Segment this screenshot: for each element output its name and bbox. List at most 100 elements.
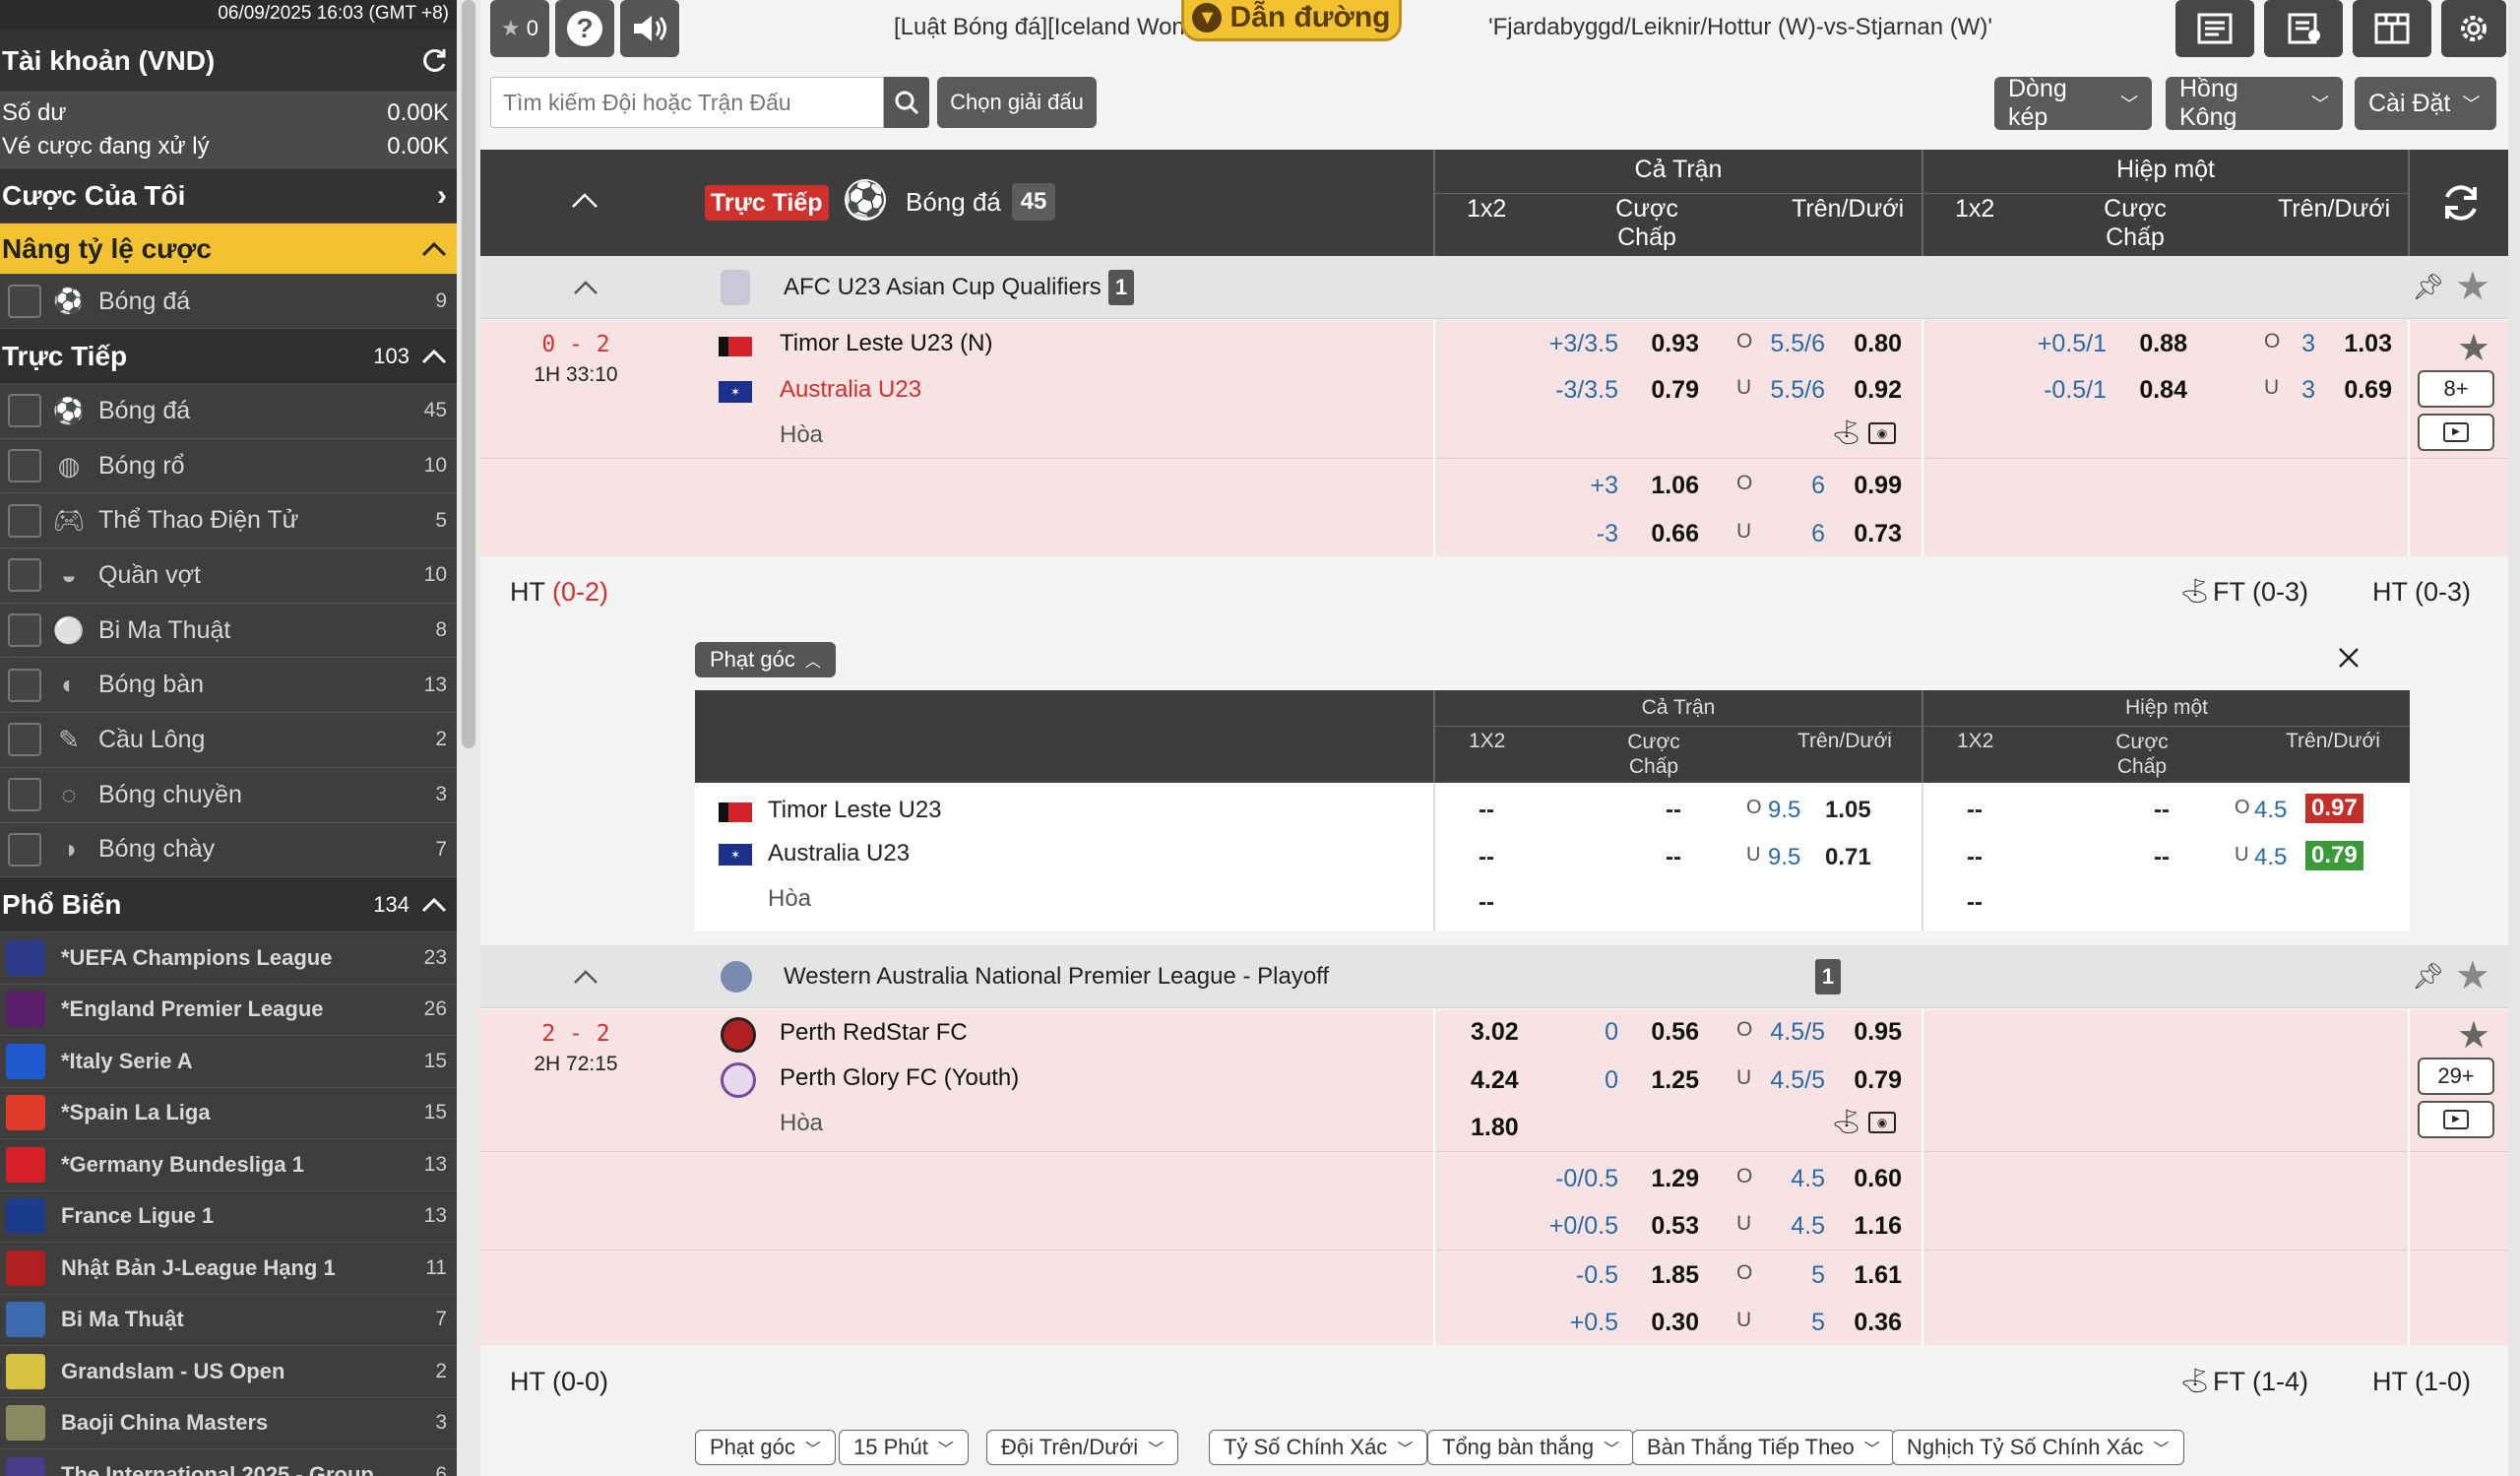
popular-header[interactable]: Phổ Biến 134 <box>0 877 457 933</box>
star-icon[interactable]: ★ <box>2457 1013 2490 1058</box>
more-markets-button[interactable]: 29+ <box>2418 1058 2494 1095</box>
live-sport-item[interactable]: ◍ Bóng rổ 10 <box>0 439 457 494</box>
live-sport-item[interactable]: ◌ Bóng chuyền 3 <box>0 768 457 823</box>
live-badge[interactable]: Trực Tiếp <box>705 185 829 221</box>
popular-league-item[interactable]: Nhật Bản J-League Hạng 1 11 <box>0 1243 457 1295</box>
home-team[interactable]: Timor Leste U23 (N) <box>780 330 993 357</box>
handicap-odds[interactable]: 1.85 <box>1630 1261 1699 1290</box>
live-stream-button[interactable]: ▶ <box>2418 414 2494 451</box>
market-tag[interactable]: Nghịch Tỷ Số Chính Xác ﹀ <box>1892 1430 2184 1465</box>
handicap-odds[interactable]: 1.25 <box>1630 1066 1699 1095</box>
ou-odds[interactable]: 0.95 <box>1833 1018 1902 1047</box>
checkbox[interactable] <box>8 449 41 483</box>
collapse-icon[interactable] <box>571 191 598 209</box>
away-team[interactable]: Perth Glory FC (Youth) <box>780 1064 1019 1092</box>
ou-odds[interactable]: 0.36 <box>1833 1309 1902 1337</box>
market-tag[interactable]: Bàn Thắng Tiếp Theo ﹀ <box>1632 1430 1895 1465</box>
popular-league-item[interactable]: *Spain La Liga 15 <box>0 1088 457 1140</box>
ou-odds[interactable]: 1.05 <box>1825 797 1871 824</box>
checkbox[interactable] <box>8 285 41 318</box>
live-tv-icon[interactable]: ◉ <box>1868 1112 1896 1133</box>
layout-button[interactable] <box>2353 0 2431 57</box>
popular-league-item[interactable]: *England Premier League 26 <box>0 985 457 1037</box>
half-handicap-odds[interactable]: 0.84 <box>2118 376 2187 405</box>
checkbox[interactable] <box>8 503 41 538</box>
ou-odds[interactable]: 0.99 <box>1833 472 1902 500</box>
my-bets[interactable]: Cược Của Tôi › <box>0 168 457 224</box>
star-icon[interactable]: ★ <box>2455 264 2490 309</box>
home-team[interactable]: Perth RedStar FC <box>780 1019 968 1047</box>
half-ou-odds[interactable]: 0.79 <box>2305 841 2363 870</box>
odds-type-dropdown[interactable]: Hồng Kông ﹀ <box>2166 75 2343 131</box>
refresh-icon[interactable] <box>419 46 449 76</box>
odds-1x2[interactable]: 4.24 <box>1471 1066 1519 1095</box>
handicap-odds[interactable]: 1.29 <box>1630 1165 1699 1193</box>
guide-button[interactable]: ▼ Dẫn đường <box>1181 0 1402 41</box>
half-ou-odds[interactable]: 1.03 <box>2323 330 2392 358</box>
checkbox[interactable] <box>8 778 41 812</box>
news-ticker[interactable]: [Luật Bóng đá][Iceland Won 'Fjardabyggd/L… <box>894 10 1996 47</box>
statement-button[interactable] <box>2175 0 2254 57</box>
close-icon[interactable] <box>2337 646 2361 670</box>
odds-1x2[interactable]: 3.02 <box>1471 1018 1519 1047</box>
corner-tab[interactable]: Phạt góc ︿ <box>695 642 836 677</box>
boost-odds-header[interactable]: Nâng tỷ lệ cược <box>0 224 457 275</box>
league-header[interactable]: Western Australia National Premier Leagu… <box>480 945 2508 1008</box>
collapse-icon[interactable] <box>573 969 598 985</box>
live-sport-item[interactable]: ⚪ Bi Ma Thuật 8 <box>0 604 457 659</box>
live-sport-item[interactable]: ◒ Quần vợt 10 <box>0 548 457 604</box>
pin-icon[interactable]: 📌︎ <box>2412 272 2444 302</box>
line-mode-dropdown[interactable]: Dòng kép ﹀ <box>1994 75 2152 131</box>
pitch-stats-icon[interactable]: ⛳︎ <box>1831 418 1860 447</box>
live-stream-button[interactable]: ▶ <box>2418 1101 2494 1138</box>
search-box[interactable] <box>490 77 884 128</box>
ou-odds[interactable]: 0.73 <box>1833 520 1902 548</box>
ou-odds[interactable]: 0.71 <box>1825 844 1871 871</box>
market-tag[interactable]: 15 Phút ﹀ <box>839 1430 969 1465</box>
ou-odds[interactable]: 1.16 <box>1833 1212 1902 1241</box>
popular-league-item[interactable]: The International 2025 - Group 6 <box>0 1449 457 1476</box>
more-markets-button[interactable]: 8+ <box>2418 370 2494 408</box>
live-sport-item[interactable]: ◐ Bóng bàn 13 <box>0 658 457 714</box>
handicap-odds[interactable]: 0.53 <box>1630 1212 1699 1241</box>
popular-league-item[interactable]: *Italy Serie A 15 <box>0 1036 457 1088</box>
live-header[interactable]: Trực Tiếp 103 <box>0 329 457 384</box>
sound-button[interactable] <box>620 0 679 57</box>
checkbox[interactable] <box>8 613 41 648</box>
handicap-odds[interactable]: 0.56 <box>1630 1018 1699 1047</box>
live-sport-item[interactable]: ◑ Bóng chày 7 <box>0 823 457 878</box>
live-sport-item[interactable]: ⚽ Bóng đá 45 <box>0 384 457 439</box>
half-handicap-odds[interactable]: 0.88 <box>2118 330 2187 358</box>
away-team[interactable]: Australia U23 <box>780 376 921 404</box>
live-sport-item[interactable]: 🎮︎ Thể Thao Điện Tử 5 <box>0 493 457 549</box>
boost-item-football[interactable]: ⚽ Bóng đá 9 <box>0 275 457 329</box>
settings-dropdown[interactable]: Cài Đặt ﹀ <box>2355 77 2496 130</box>
handicap-odds[interactable]: 0.79 <box>1630 376 1699 405</box>
live-sport-item[interactable]: ✎ Cầu Lông 2 <box>0 713 457 768</box>
popular-league-item[interactable]: Bi Ma Thuật 7 <box>0 1295 457 1347</box>
market-tag[interactable]: Tổng bàn thắng ﹀ <box>1427 1430 1635 1465</box>
checkbox[interactable] <box>8 723 41 757</box>
handicap-odds[interactable]: 0.30 <box>1630 1309 1699 1337</box>
ou-odds[interactable]: 1.61 <box>1833 1261 1902 1290</box>
search-input[interactable] <box>491 78 883 127</box>
star-icon[interactable]: ★ <box>2455 953 2490 998</box>
favorites-button[interactable]: ★ 0 <box>490 0 549 57</box>
bet-list-button[interactable] <box>2264 0 2343 57</box>
popular-league-item[interactable]: Grandslam - US Open 2 <box>0 1346 457 1398</box>
sidebar-scroll-thumb[interactable] <box>462 0 475 748</box>
choose-league-button[interactable]: Chọn giải đấu <box>937 77 1097 128</box>
handicap-odds[interactable]: 0.66 <box>1630 520 1699 548</box>
ou-odds[interactable]: 0.79 <box>1833 1066 1902 1095</box>
refresh-icon[interactable] <box>2439 181 2483 225</box>
odds-1x2[interactable]: 1.80 <box>1471 1114 1519 1142</box>
settings-button[interactable] <box>2441 0 2506 57</box>
checkbox[interactable] <box>8 668 41 702</box>
popular-league-item[interactable]: Baoji China Masters 3 <box>0 1398 457 1450</box>
checkbox[interactable] <box>8 394 41 428</box>
popular-league-item[interactable]: France Ligue 1 13 <box>0 1191 457 1244</box>
half-ou-odds[interactable]: 0.97 <box>2305 794 2363 823</box>
market-tag[interactable]: Phạt góc ﹀ <box>695 1430 836 1465</box>
half-ou-odds[interactable]: 0.69 <box>2323 376 2392 405</box>
checkbox[interactable] <box>8 832 41 866</box>
